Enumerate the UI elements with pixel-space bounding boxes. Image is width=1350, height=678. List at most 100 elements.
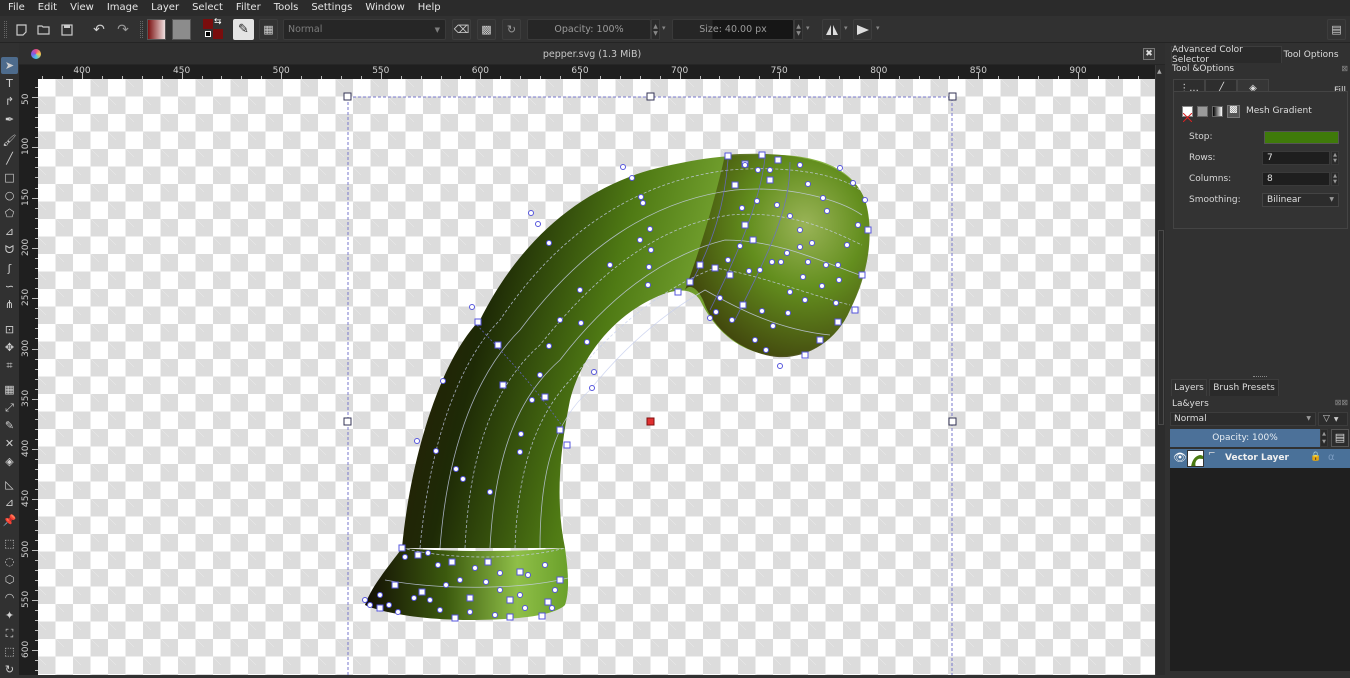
rows-input[interactable]: 7: [1262, 151, 1330, 165]
select-shapes-tool[interactable]: ➤: [1, 57, 18, 74]
layer-name[interactable]: Vector Layer: [1225, 453, 1289, 463]
mesh-corner-handle[interactable]: [858, 271, 866, 279]
mesh-control-handle[interactable]: [725, 257, 731, 263]
freehand-path-tool[interactable]: ʃ: [1, 260, 18, 277]
resize-handle[interactable]: [948, 417, 957, 426]
mesh-corner-handle[interactable]: [726, 271, 734, 279]
mesh-control-handle[interactable]: [787, 213, 793, 219]
mesh-control-handle[interactable]: [855, 222, 861, 228]
mesh-control-handle[interactable]: [805, 181, 811, 187]
mesh-corner-handle[interactable]: [398, 544, 406, 552]
mesh-control-handle[interactable]: [823, 262, 829, 268]
lock-icon[interactable]: 🔒: [1310, 452, 1321, 462]
mirror-vertical-button[interactable]: [853, 19, 872, 40]
mesh-control-handle[interactable]: [546, 240, 552, 246]
scrollbar-thumb[interactable]: [1158, 230, 1164, 425]
assistant-tool[interactable]: ◺: [1, 476, 18, 493]
canvas[interactable]: [38, 79, 1155, 675]
mesh-control-handle[interactable]: [797, 162, 803, 168]
workspace-button[interactable]: ▦: [259, 19, 278, 40]
crop-tool[interactable]: ⌗: [1, 357, 18, 374]
similar-color-selection-tool[interactable]: ⛶: [1, 625, 18, 642]
solid-fill-button[interactable]: [1197, 106, 1208, 117]
layer-properties-button[interactable]: ▤: [1331, 429, 1349, 447]
mesh-control-handle[interactable]: [645, 282, 651, 288]
mesh-control-handle[interactable]: [862, 197, 868, 203]
chevron-down-icon[interactable]: ▾: [876, 24, 880, 32]
mesh-corner-handle[interactable]: [494, 341, 502, 349]
reset-colors-icon[interactable]: [205, 31, 211, 37]
reference-images-tool[interactable]: 📌: [1, 512, 18, 529]
smart-patch-tool[interactable]: ✕: [1, 435, 18, 452]
mesh-corner-handle[interactable]: [686, 278, 694, 286]
foreground-color[interactable]: [203, 19, 213, 29]
mesh-control-handle[interactable]: [833, 300, 839, 306]
measure-tool[interactable]: ⊿: [1, 494, 18, 511]
menu-view[interactable]: View: [62, 0, 99, 16]
menu-filter[interactable]: Filter: [228, 0, 266, 16]
mesh-control-handle[interactable]: [713, 309, 719, 315]
workspace-chooser-button[interactable]: ▤: [1327, 19, 1346, 40]
mesh-corner-handle[interactable]: [834, 318, 842, 326]
mesh-control-handle[interactable]: [742, 162, 748, 168]
document-title[interactable]: pepper.svg (1.3 MiB): [19, 49, 1165, 60]
rectangular-selection-tool[interactable]: ⬚: [1, 535, 18, 552]
mesh-control-handle[interactable]: [777, 363, 783, 369]
mesh-control-handle[interactable]: [437, 607, 443, 613]
mesh-corner-handle[interactable]: [556, 426, 564, 434]
mesh-control-handle[interactable]: [453, 466, 459, 472]
columns-spinner[interactable]: ▲ ▼: [1331, 172, 1339, 186]
mesh-control-handle[interactable]: [797, 244, 803, 250]
mesh-corner-handle[interactable]: [474, 318, 482, 326]
contiguous-selection-tool[interactable]: ✦: [1, 607, 18, 624]
mesh-corner-handle[interactable]: [516, 568, 524, 576]
mesh-corner-handle[interactable]: [418, 588, 426, 596]
mesh-control-handle[interactable]: [517, 449, 523, 455]
chevron-down-icon[interactable]: ▾: [806, 24, 810, 32]
mesh-control-handle[interactable]: [850, 180, 856, 186]
mesh-control-handle[interactable]: [425, 550, 431, 556]
menu-help[interactable]: Help: [410, 0, 446, 16]
brush-preset-button[interactable]: ✎: [233, 19, 254, 40]
menu-window[interactable]: Window: [357, 0, 409, 16]
mesh-control-handle[interactable]: [769, 259, 775, 265]
pattern-swatch[interactable]: [172, 19, 191, 40]
preserve-alpha-button[interactable]: ▩: [477, 19, 496, 40]
mesh-control-handle[interactable]: [802, 297, 808, 303]
eraser-mode-button[interactable]: ⌫: [452, 19, 471, 40]
undo-button[interactable]: ↶: [90, 19, 108, 40]
mesh-corner-handle[interactable]: [544, 598, 552, 606]
mesh-control-handle[interactable]: [819, 283, 825, 289]
mesh-control-handle[interactable]: [778, 259, 784, 265]
menu-edit[interactable]: Edit: [30, 0, 62, 16]
opacity-slider[interactable]: Opacity: 100%: [527, 19, 651, 40]
mesh-control-handle[interactable]: [546, 343, 552, 349]
mesh-control-handle[interactable]: [620, 164, 626, 170]
mesh-corner-handle[interactable]: [864, 226, 872, 234]
mesh-control-handle[interactable]: [835, 262, 841, 268]
mesh-control-handle[interactable]: [386, 602, 392, 608]
mesh-control-handle[interactable]: [362, 597, 368, 603]
swap-colors-icon[interactable]: ⇆: [214, 17, 222, 27]
mesh-control-handle[interactable]: [752, 337, 758, 343]
rectangle-tool[interactable]: □: [1, 169, 18, 186]
polyline-tool[interactable]: ⊿: [1, 223, 18, 240]
mesh-control-handle[interactable]: [467, 609, 473, 615]
docker-splitter[interactable]: [1253, 376, 1267, 377]
redo-button[interactable]: ↷: [114, 19, 132, 40]
mesh-control-handle[interactable]: [737, 243, 743, 249]
mesh-control-handle[interactable]: [836, 277, 842, 283]
size-slider[interactable]: Size: 40.00 px: [672, 19, 794, 40]
mesh-control-handle[interactable]: [638, 194, 644, 200]
mesh-control-handle[interactable]: [785, 310, 791, 316]
mesh-control-handle[interactable]: [637, 237, 643, 243]
mesh-control-handle[interactable]: [497, 570, 503, 576]
background-color[interactable]: [213, 29, 223, 39]
mesh-control-handle[interactable]: [440, 378, 446, 384]
mesh-corner-handle[interactable]: [414, 551, 422, 559]
mesh-corner-handle[interactable]: [541, 393, 549, 401]
chevron-down-icon[interactable]: ▾: [662, 24, 666, 32]
freehand-brush-tool[interactable]: 🖌: [1, 132, 18, 149]
mesh-control-handle[interactable]: [754, 198, 760, 204]
mesh-control-handle[interactable]: [414, 438, 420, 444]
